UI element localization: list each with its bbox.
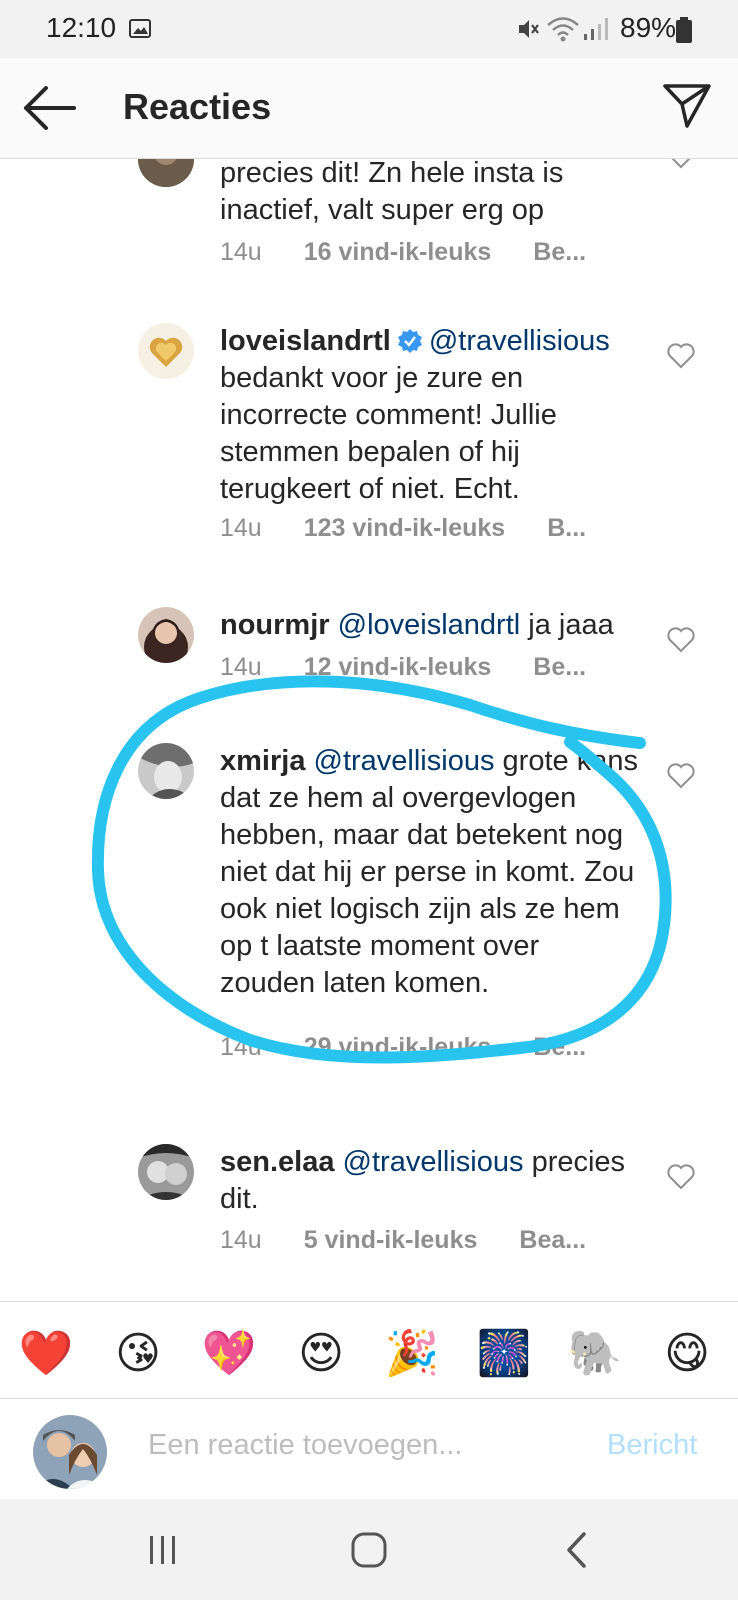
heart-icon[interactable] [667,627,695,653]
comment-mention[interactable]: @loveislandrtl [338,609,521,641]
mute-icon [519,20,539,38]
emoji-red-heart[interactable]: ❤️ [18,1326,74,1382]
avatar[interactable] [138,607,194,663]
emoji-party-popper[interactable]: 🎉 [384,1326,440,1382]
page-title: Reacties [123,86,272,127]
comment-meta: 14u 123 vind-ik-leuks B... [220,514,586,543]
comment-body: bedankt voor je zure en incorrecte comme… [220,362,557,505]
comment-username[interactable]: loveislandrtl [220,325,391,357]
comment-text: sen.elaa @travellisious precies dit. [220,1144,640,1218]
likes-count[interactable]: 16 vind-ik-leuks [304,238,492,266]
paper-plane-icon[interactable] [662,80,712,130]
comment-mention[interactable]: @travellisious [429,325,610,357]
reply-button[interactable]: Bea... [519,1226,586,1254]
comment-input-bar: Een reactie toevoegen... Bericht [0,1398,738,1499]
comment-meta: 14u 29 vind-ik-leuks Be... [220,1033,586,1062]
likes-count[interactable]: 123 vind-ik-leuks [304,514,505,542]
emoji-elephant[interactable]: 🐘 [567,1326,623,1382]
header: Reacties [0,58,738,159]
heart-icon[interactable] [667,763,695,789]
comment-time: 14u [220,238,262,266]
system-navigation-bar [0,1499,738,1600]
heart-icon[interactable] [667,159,695,169]
post-button[interactable]: Bericht [607,1429,697,1462]
verified-badge-icon [397,329,422,353]
likes-count[interactable]: 5 vind-ik-leuks [304,1226,478,1254]
avatar[interactable] [138,743,194,799]
comments-list[interactable]: precies dit! Zn hele insta is inactief, … [0,159,738,1301]
comment-username[interactable]: nourmjr [220,609,330,641]
reply-button[interactable]: Be... [533,1033,586,1061]
comment-text: loveislandrtl @travellisious bedankt voo… [220,323,640,508]
likes-count[interactable]: 29 vind-ik-leuks [304,1033,492,1061]
back-nav-icon[interactable] [564,1531,588,1569]
comment-time: 14u [220,1226,262,1254]
comment-meta: 14u 16 vind-ik-leuks Be... [220,238,586,267]
comment-input[interactable]: Een reactie toevoegen... [148,1429,462,1462]
emoji-kissing-face[interactable]: 😘 [110,1326,166,1382]
comment-text: nourmjr @loveislandrtl ja jaaa [220,607,640,644]
emoji-fireworks[interactable]: 🎆 [476,1326,532,1382]
reply-button[interactable]: Be... [533,238,586,266]
comment-mention[interactable]: @travellisious [343,1146,524,1178]
comment-username[interactable]: sen.elaa [220,1146,334,1178]
status-time: 12:10 [46,12,117,43]
comment-body: precies dit! Zn hele insta is inactief, … [220,159,564,226]
comment-body: grote kans dat ze hem al overgevlogen he… [220,745,638,999]
reply-button[interactable]: B... [547,514,586,542]
signal-icon [584,18,608,40]
avatar[interactable] [138,323,194,379]
battery-percentage: 89% [620,12,677,43]
comment-body: ja jaaa [528,609,614,641]
emoji-sparkling-heart[interactable]: 💖 [201,1326,257,1382]
emoji-quick-bar: ❤️ 😘 💖 😍 🎉 🎆 🐘 😋 [0,1301,738,1398]
comment-text: xmirja @travellisious grote kans dat ze … [220,743,640,1002]
heart-icon[interactable] [667,1164,695,1190]
battery-icon [676,17,692,43]
comment-time: 14u [220,653,262,681]
emoji-heart-eyes[interactable]: 😍 [293,1326,349,1382]
avatar[interactable] [138,159,194,187]
comment-mention[interactable]: @travellisious [314,745,495,777]
wifi-icon [547,17,579,42]
gallery-notification-icon [129,19,151,38]
arrow-left-icon[interactable] [22,86,76,130]
comment-time: 14u [220,514,262,542]
likes-count[interactable]: 12 vind-ik-leuks [304,653,492,681]
heart-icon[interactable] [667,343,695,369]
avatar[interactable] [138,1144,194,1200]
recent-apps-icon[interactable] [148,1535,178,1565]
current-user-avatar [33,1415,107,1489]
comment-username[interactable]: xmirja [220,745,305,777]
comment-time: 14u [220,1033,262,1061]
comment-meta: 14u 12 vind-ik-leuks Be... [220,653,586,682]
emoji-yum-face[interactable]: 😋 [659,1326,715,1382]
comment-text: precies dit! Zn hele insta is inactief, … [220,159,640,229]
comment-meta: 14u 5 vind-ik-leuks Bea... [220,1226,586,1255]
home-icon[interactable] [350,1531,388,1569]
status-bar: 12:10 89% [0,0,738,58]
reply-button[interactable]: Be... [533,653,586,681]
